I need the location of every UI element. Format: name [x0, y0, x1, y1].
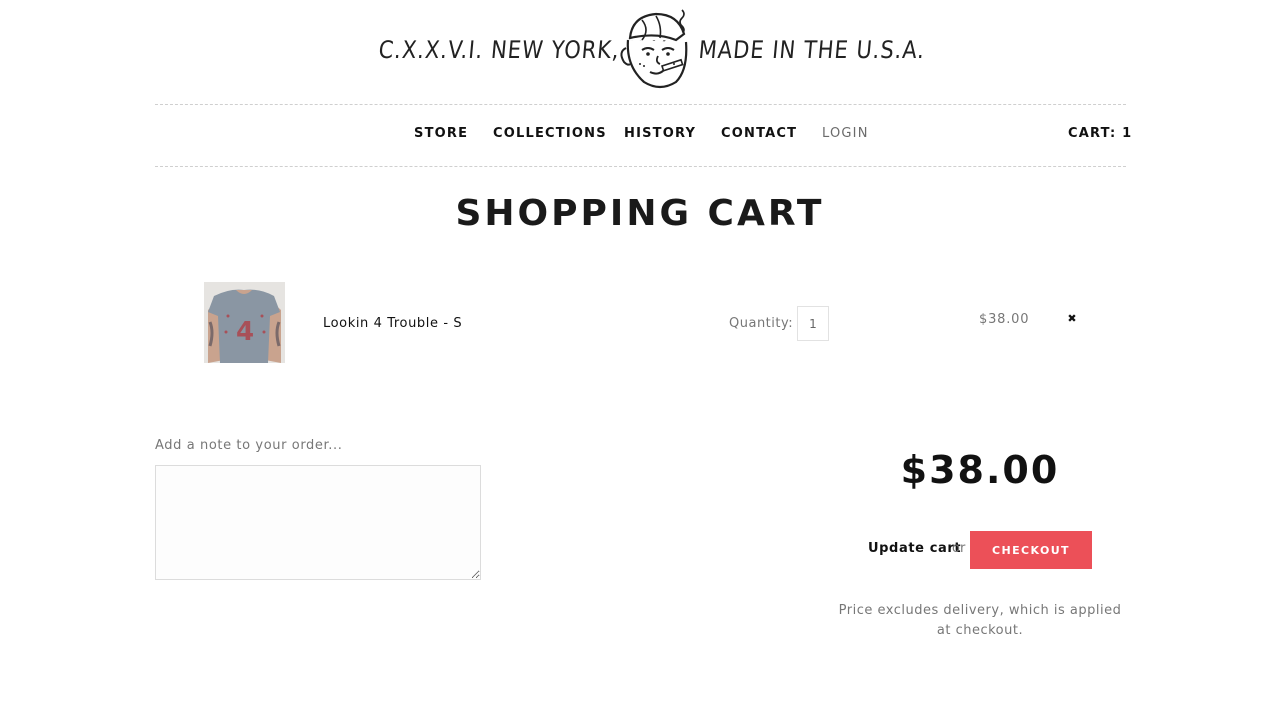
nav-bottom-divider	[155, 166, 1126, 167]
product-thumbnail[interactable]: 4	[204, 282, 285, 363]
update-cart-link[interactable]: Update cart	[868, 541, 961, 556]
quantity-input[interactable]	[797, 306, 829, 341]
nav-item-contact[interactable]: CONTACT	[721, 126, 797, 141]
or-separator: or	[952, 541, 966, 556]
nav-item-history[interactable]: HISTORY	[624, 126, 696, 141]
logo-header: C.X.X.V.I. NEW YORK, N.Y. MADE IN THE U.…	[0, 0, 1280, 100]
smoking-kid-icon[interactable]	[616, 8, 692, 90]
product-name-link[interactable]: Lookin 4 Trouble - S	[323, 316, 462, 331]
main-nav: STORE COLLECTIONS HISTORY CONTACT LOGIN …	[0, 126, 1280, 146]
nav-item-login[interactable]: LOGIN	[822, 126, 869, 141]
svg-text:4: 4	[236, 317, 254, 347]
checkout-button[interactable]: CHECKOUT	[970, 531, 1092, 569]
nav-item-store[interactable]: STORE	[414, 126, 468, 141]
tshirt-model-image: 4	[204, 282, 285, 363]
cart-total: $38.00	[900, 448, 1060, 492]
nav-top-divider	[155, 104, 1126, 105]
cart-link[interactable]: CART: 1	[1068, 126, 1132, 141]
line-item-price: $38.00	[979, 312, 1030, 327]
order-note-label: Add a note to your order...	[155, 438, 343, 453]
brand-right-text: MADE IN THE U.S.A.	[697, 36, 927, 64]
quantity-label: Quantity:	[729, 316, 794, 331]
nav-item-collections[interactable]: COLLECTIONS	[493, 126, 607, 141]
order-note-textarea[interactable]	[155, 465, 481, 580]
delivery-disclaimer: Price excludes delivery, which is applie…	[838, 603, 1122, 638]
page-title: SHOPPING CART	[455, 193, 825, 234]
close-icon[interactable]: ✖	[1066, 312, 1078, 326]
